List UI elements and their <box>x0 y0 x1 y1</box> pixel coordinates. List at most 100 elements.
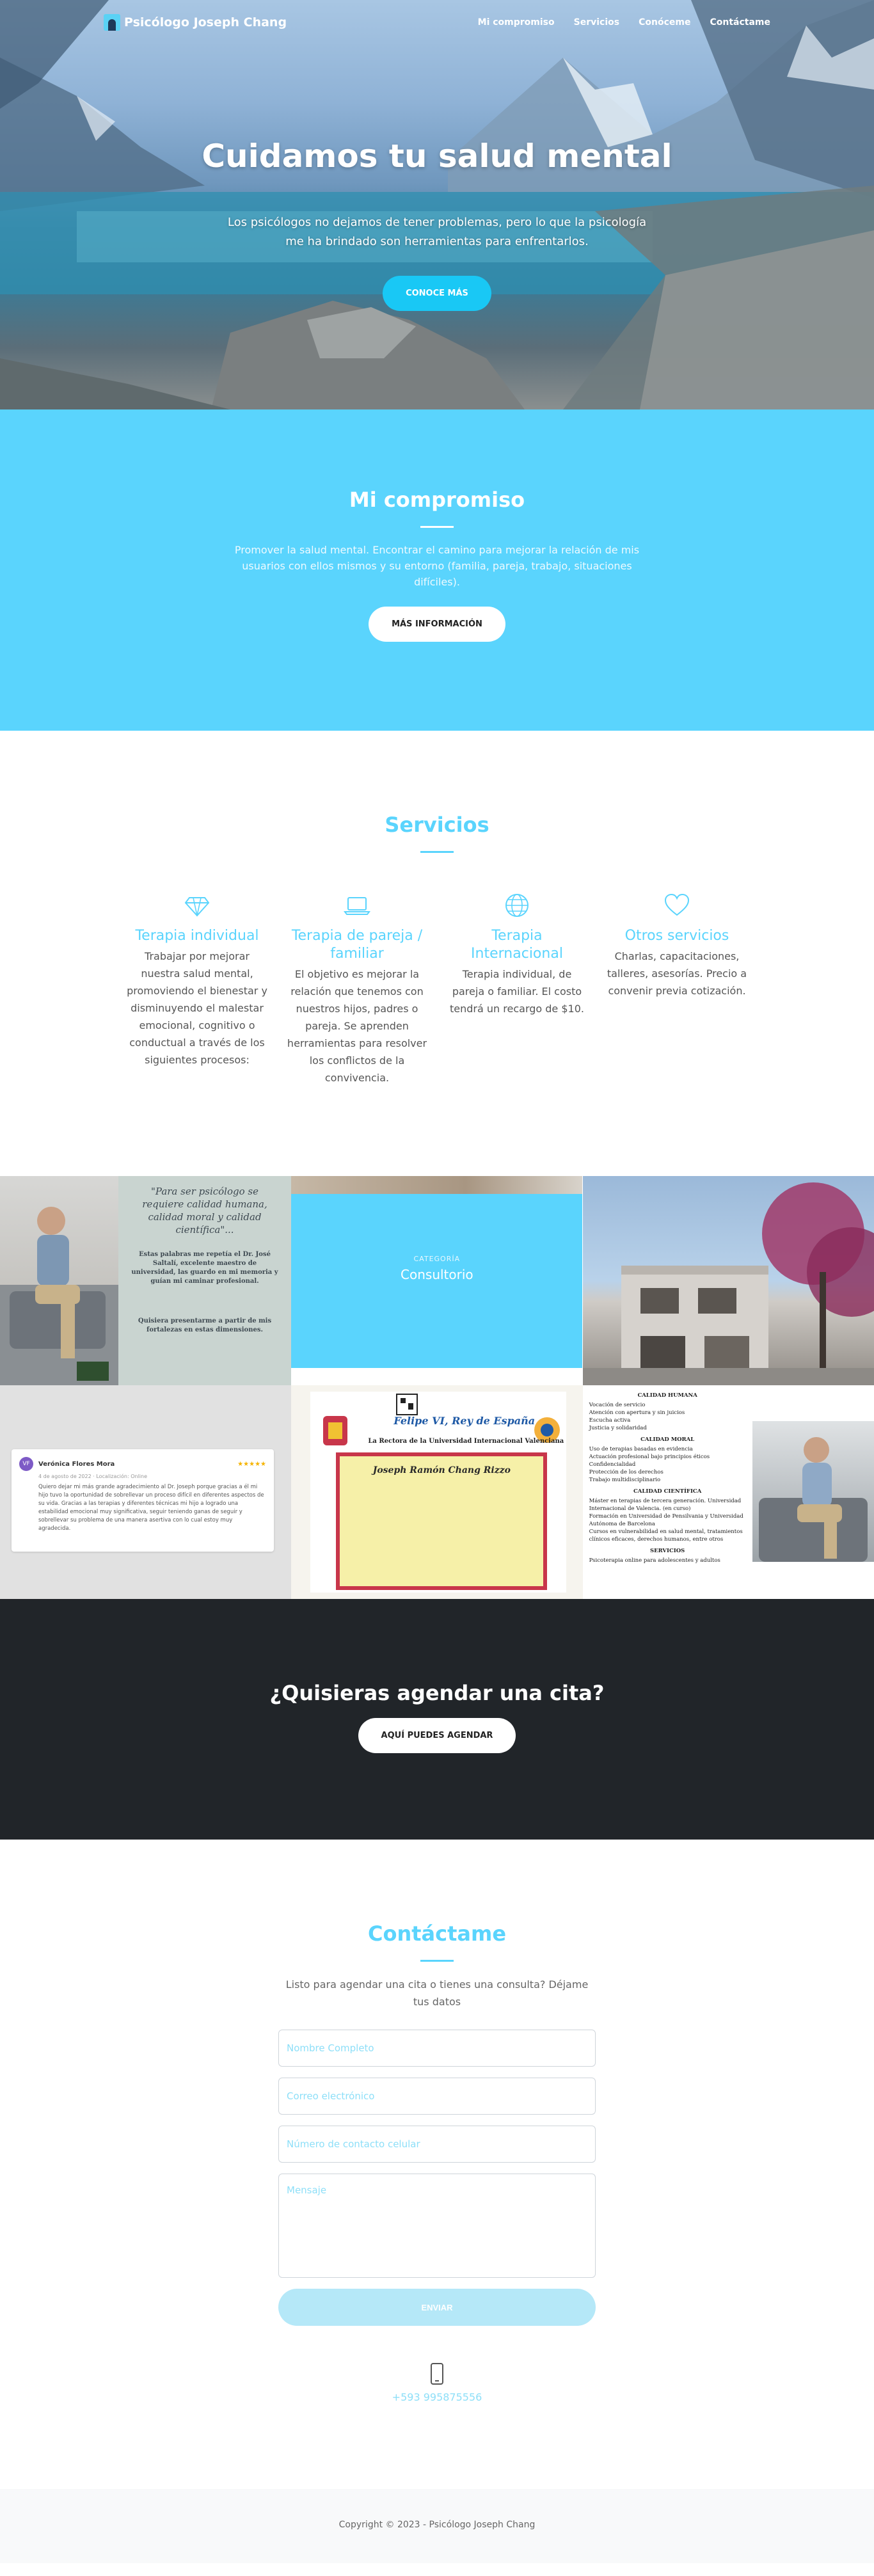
doc-item: Formación en Universidad de Pensilvania … <box>589 1513 743 1527</box>
phone-number[interactable]: +593 995875556 <box>0 2391 874 2403</box>
certificate: Felipe VI, Rey de España La Rectora de l… <box>310 1392 567 1593</box>
service-title: Terapia de pareja / familiar <box>291 928 423 962</box>
service-card: Terapia de pareja / familiar El objetivo… <box>287 893 427 1086</box>
certificate-university: La Rectora de la Universidad Internacion… <box>368 1438 564 1445</box>
image-strip <box>291 1176 583 1194</box>
avatar: VF <box>19 1457 33 1471</box>
contact-title: Contáctame <box>367 1921 507 1946</box>
certificate-name: Joseph Ramón Chang Rizzo <box>372 1465 511 1475</box>
doc-heading: CALIDAD MORAL <box>640 1436 695 1443</box>
reviewer-name: Verónica Flores Mora <box>38 1460 115 1468</box>
appointment-section: ¿Quisieras agendar una cita? AQUÍ PUEDES… <box>0 1599 874 1840</box>
service-title: Otros servicios <box>624 928 729 944</box>
doc-item: Confidencialidad <box>589 1461 636 1468</box>
doc-item: Cursos en vulnerabilidad en salud mental… <box>589 1529 743 1543</box>
nav-link-compromiso[interactable]: Mi compromiso <box>478 17 555 28</box>
services-section: Servicios Terapia individual Trabajar po… <box>0 731 874 1176</box>
service-text: El objetivo es mejorar la relación que t… <box>287 968 427 1084</box>
psychologist-photo <box>752 1421 874 1562</box>
service-card: Terapia Internacional Terapia individual… <box>447 893 587 1086</box>
contact-section: Contáctame Listo para agendar una cita o… <box>0 1840 874 2489</box>
doc-item: Atención con apertura y sin juicios <box>589 1410 685 1416</box>
doc-item: Justicia y solidaridad <box>589 1425 647 1431</box>
navbar: Psicólogo Joseph Chang Mi compromiso Ser… <box>0 0 874 45</box>
doc-heading: SERVICIOS <box>650 1548 685 1554</box>
message-field[interactable] <box>278 2174 596 2278</box>
service-text: Charlas, capacitaciones, talleres, aseso… <box>607 950 747 997</box>
hero-title: Cuidamos tu salud mental <box>202 138 672 175</box>
doc-item: Trabajo multidisciplinario <box>589 1477 661 1483</box>
footer: Copyright © 2023 - Psicólogo Joseph Chan… <box>0 2489 874 2563</box>
section-divider <box>420 526 454 528</box>
nav-link-contactame[interactable]: Contáctame <box>710 17 770 28</box>
mas-informacion-button[interactable]: MÁS INFORMACIÓN <box>369 607 505 642</box>
email-field[interactable] <box>278 2078 596 2115</box>
review-card: VF Verónica Flores Mora ★★★★★ 4 de agost… <box>12 1449 274 1552</box>
quote-detail: Estas palabras me repetía el Dr. José Sa… <box>131 1251 278 1285</box>
service-card: Terapia individual Trabajar por mejorar … <box>127 893 267 1086</box>
gallery-item-consultorio[interactable]: CATEGORÍA Consultorio <box>291 1176 583 1385</box>
quote-footer: Quisiera presentarme a partir de mis for… <box>138 1317 272 1333</box>
phone-field[interactable] <box>278 2126 596 2163</box>
review-text: Quiero dejar mi más grande agradecimient… <box>38 1484 264 1532</box>
gallery-item-qualities[interactable]: CALIDAD HUMANA Vocación de servicio Aten… <box>582 1385 874 1599</box>
gallery-item-review[interactable]: VF Verónica Flores Mora ★★★★★ 4 de agost… <box>0 1385 292 1599</box>
hero-content: Cuidamos tu salud mental Los psicólogos … <box>0 138 874 311</box>
doc-heading: CALIDAD HUMANA <box>637 1392 697 1399</box>
diamond-icon <box>127 893 267 919</box>
agendar-button[interactable]: AQUÍ PUEDES AGENDAR <box>358 1718 516 1753</box>
brand-logo-icon <box>104 14 120 31</box>
heart-icon <box>607 893 747 919</box>
category-value: Consultorio <box>401 1267 473 1282</box>
copyright-text: Copyright © 2023 - Psicólogo Joseph Chan… <box>338 2520 536 2530</box>
doc-item: Vocación de servicio <box>589 1402 646 1408</box>
doc-item: Máster en terapias de tercera generación… <box>589 1498 742 1512</box>
contact-lead: Listo para agendar una cita o tienes una… <box>285 1978 589 2008</box>
contact-form: ENVIAR <box>278 2030 596 2326</box>
nav-link-conoceme[interactable]: Conóceme <box>639 17 690 28</box>
brand[interactable]: Psicólogo Joseph Chang <box>104 14 287 31</box>
nav-link-servicios[interactable]: Servicios <box>574 17 619 28</box>
commitment-title: Mi compromiso <box>349 488 525 512</box>
psychologist-photo <box>0 1176 118 1385</box>
name-field[interactable] <box>278 2030 596 2067</box>
doc-item: Protección de los derechos <box>589 1469 663 1475</box>
gallery-item-quote[interactable]: "Para ser psicólogo se requiere calidad … <box>0 1176 292 1385</box>
quote-text: "Para ser psicólogo se requiere calidad … <box>142 1186 267 1236</box>
quote-card: "Para ser psicólogo se requiere calidad … <box>118 1176 291 1385</box>
review-date: 4 de agosto de 2022 · Localización: Onli… <box>38 1474 148 1479</box>
doc-heading: CALIDAD CIENTÍFICA <box>633 1488 702 1495</box>
send-button[interactable]: ENVIAR <box>278 2289 596 2326</box>
hero-subtitle: Los psicólogos no dejamos de tener probl… <box>227 216 647 248</box>
gallery-item-office-building[interactable] <box>582 1176 874 1385</box>
commitment-text: Promover la salud mental. Encontrar el c… <box>234 544 640 588</box>
appointment-title: ¿Quisieras agendar una cita? <box>269 1681 605 1705</box>
qualities-document: CALIDAD HUMANA Vocación de servicio Aten… <box>583 1385 752 1599</box>
certificate-king: Felipe VI, Rey de España <box>393 1415 536 1427</box>
certificate-paper: Joseph Ramón Chang Rizzo <box>336 1452 548 1590</box>
doc-item: Actuación profesional bajo principios ét… <box>589 1454 710 1460</box>
services-title: Servicios <box>385 813 489 837</box>
services-grid: Terapia individual Trabajar por mejorar … <box>0 893 874 1086</box>
service-title: Terapia individual <box>135 928 259 944</box>
section-divider <box>420 851 454 853</box>
gallery-item-certificate[interactable]: Felipe VI, Rey de España La Rectora de l… <box>291 1385 583 1599</box>
service-card: Otros servicios Charlas, capacitaciones,… <box>607 893 747 1086</box>
commitment-section: Mi compromiso Promover la salud mental. … <box>0 409 874 731</box>
section-divider <box>420 1960 454 1962</box>
star-rating-icon: ★★★★★ <box>237 1460 266 1468</box>
contact-phone: +593 995875556 <box>0 2363 874 2403</box>
service-text: Terapia individual, de pareja o familiar… <box>450 968 584 1015</box>
laptop-icon <box>287 893 427 919</box>
mobile-phone-icon <box>431 2363 443 2385</box>
service-title: Terapia Internacional <box>471 928 563 962</box>
building-photo <box>582 1182 874 1385</box>
nav-links: Mi compromiso Servicios Conóceme Contáct… <box>478 17 770 28</box>
doc-item: Psicoterapia online para adolescentes y … <box>589 1557 720 1564</box>
conoce-mas-button[interactable]: CONOCE MÁS <box>383 276 491 311</box>
doc-item: Escucha activa <box>589 1417 631 1424</box>
brand-name: Psicólogo Joseph Chang <box>124 15 287 29</box>
doc-item: Uso de terapias basadas en evidencia <box>589 1446 693 1452</box>
portfolio-gallery: "Para ser psicólogo se requiere calidad … <box>0 1176 874 1599</box>
globe-icon <box>447 893 587 919</box>
